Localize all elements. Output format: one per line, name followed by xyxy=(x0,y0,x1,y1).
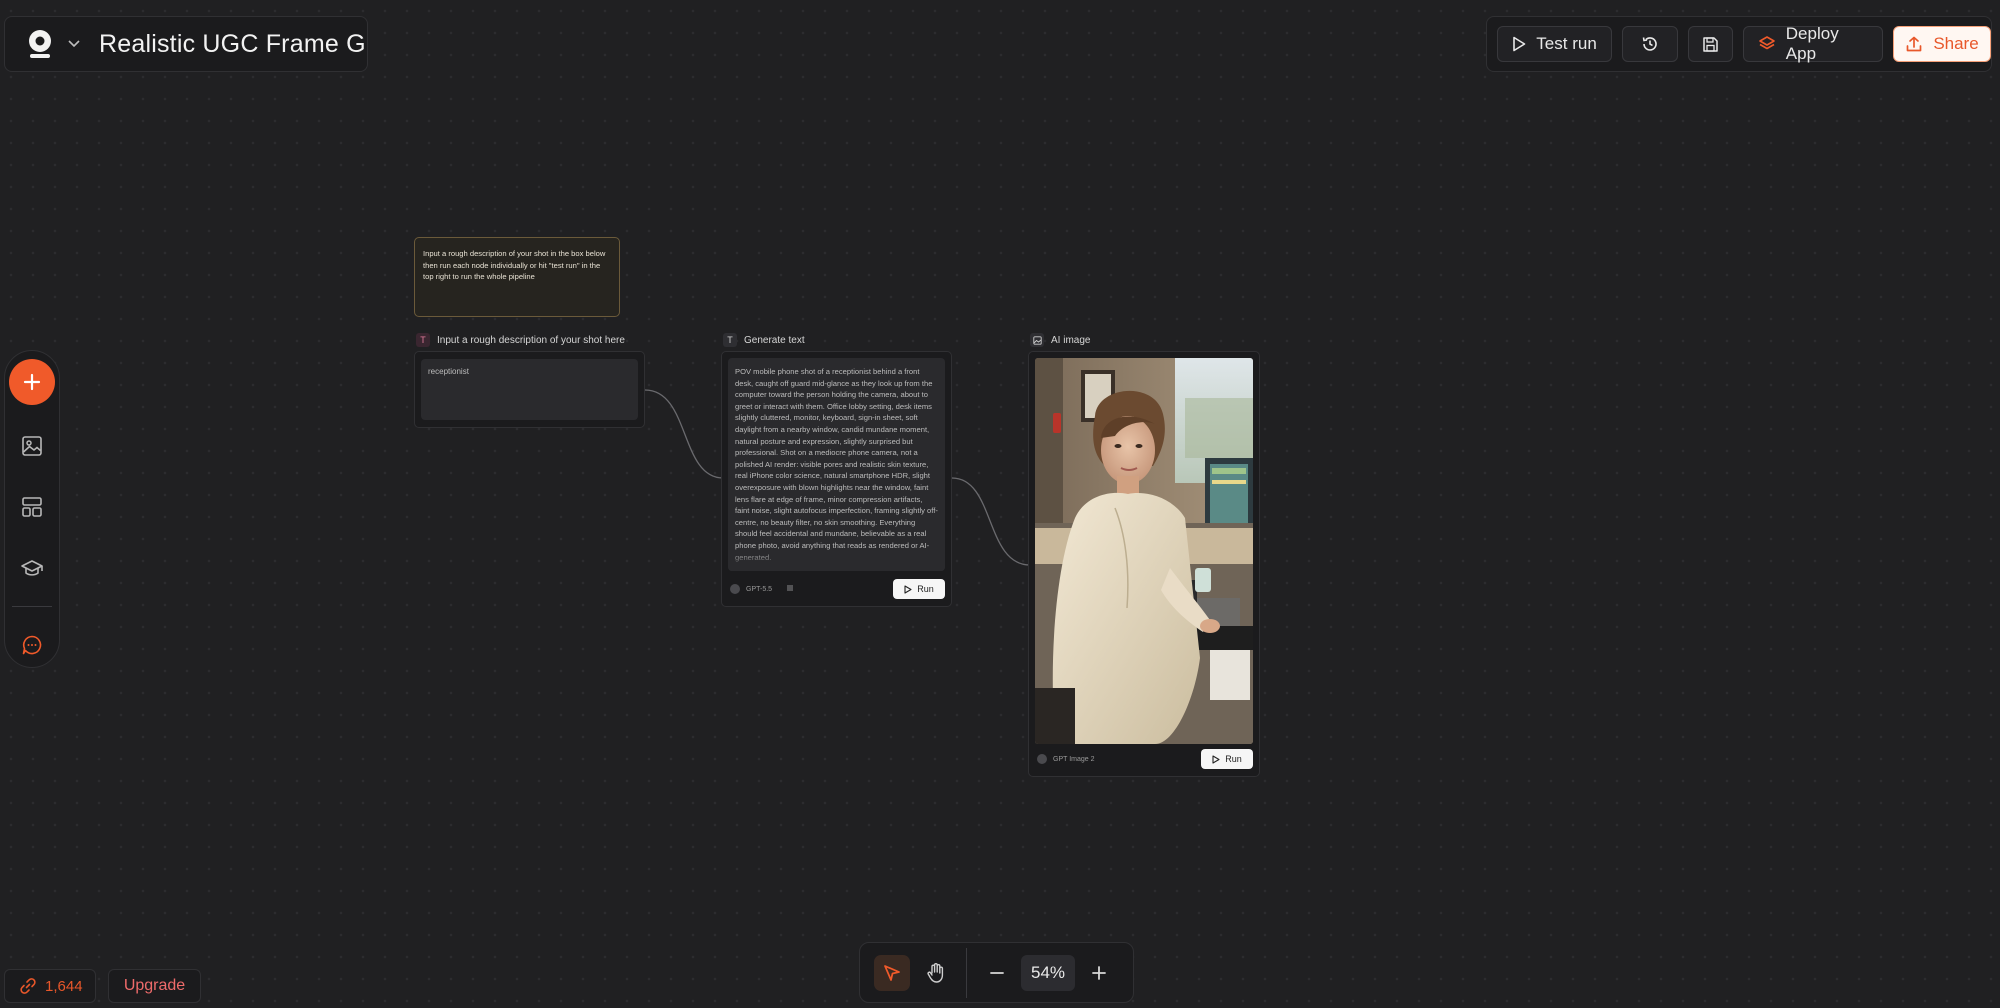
run-button[interactable]: Run xyxy=(1201,749,1253,769)
node-footer: GPT Image 2 Run xyxy=(1037,748,1253,770)
zoom-level[interactable]: 54% xyxy=(1021,954,1075,991)
image-tool-button[interactable] xyxy=(12,426,52,466)
sticky-note-text: Input a rough description of your shot i… xyxy=(423,249,606,281)
chevron-down-icon[interactable] xyxy=(65,35,83,53)
chat-bubble-icon xyxy=(22,635,42,655)
node-image-label: AI image xyxy=(1051,334,1091,346)
sticky-note[interactable]: Input a rough description of your shot i… xyxy=(414,237,620,317)
rail-divider xyxy=(12,606,52,607)
node-generate-text[interactable]: POV mobile phone shot of a receptionist … xyxy=(721,351,952,607)
run-label: Run xyxy=(1225,754,1242,764)
generated-image[interactable] xyxy=(1035,358,1253,744)
share-label: Share xyxy=(1933,34,1979,53)
node-generate-header[interactable]: T Generate text xyxy=(723,333,805,347)
play-icon xyxy=(1513,36,1526,52)
model-icon xyxy=(730,584,740,594)
test-run-label: Test run xyxy=(1536,34,1597,53)
model-icon xyxy=(1037,754,1047,764)
add-node-button[interactable] xyxy=(9,359,55,405)
run-button[interactable]: Run xyxy=(893,579,945,599)
graduation-cap-icon xyxy=(21,560,43,576)
title-panel: Realistic UGC Frame G xyxy=(4,16,368,72)
node-generate-label: Generate text xyxy=(744,334,805,346)
plus-icon xyxy=(23,373,41,391)
connector-input-to-generate xyxy=(644,389,724,479)
layers-icon xyxy=(1758,36,1775,50)
text-type-icon: T xyxy=(723,333,737,347)
deploy-app-label: Deploy App xyxy=(1785,24,1839,63)
play-icon xyxy=(1212,754,1220,764)
test-run-button[interactable]: Test run xyxy=(1497,26,1613,62)
top-toolbar: Test run Deploy App Share xyxy=(1486,16,1992,72)
zoom-controls: 54% xyxy=(859,942,1134,1003)
layout-icon xyxy=(22,497,42,517)
node-input[interactable]: receptionist xyxy=(414,351,645,428)
credits-badge[interactable]: 1,644 xyxy=(4,969,96,1003)
left-tool-rail xyxy=(4,350,60,668)
save-button[interactable] xyxy=(1688,26,1733,62)
save-icon xyxy=(1703,36,1718,52)
select-tool-button[interactable] xyxy=(874,954,910,991)
settings-icon[interactable] xyxy=(786,584,794,594)
node-connectors xyxy=(644,389,1031,566)
run-label: Run xyxy=(917,584,934,594)
link-icon xyxy=(20,978,36,994)
project-title[interactable]: Realistic UGC Frame G xyxy=(99,30,366,59)
model-name: GPT Image 2 xyxy=(1053,755,1095,763)
model-name: GPT-5.5 xyxy=(746,585,773,593)
history-button[interactable] xyxy=(1622,26,1679,62)
plus-icon xyxy=(1092,965,1106,980)
connector-generate-to-image xyxy=(951,477,1031,566)
templates-button[interactable] xyxy=(12,487,52,527)
logo-icon[interactable] xyxy=(23,27,57,61)
deploy-app-button[interactable]: Deploy App xyxy=(1742,24,1883,63)
upgrade-label: Upgrade xyxy=(123,977,186,994)
image-icon xyxy=(22,436,42,456)
model-selector[interactable]: GPT-5.5 xyxy=(730,584,794,594)
upload-icon xyxy=(1906,36,1922,52)
history-icon xyxy=(1642,37,1657,51)
pan-tool-button[interactable] xyxy=(918,955,954,991)
node-image-header[interactable]: AI image xyxy=(1030,333,1090,347)
node-input-header[interactable]: T Input a rough description of your shot… xyxy=(416,333,625,347)
image-type-icon xyxy=(1030,333,1044,347)
zoom-out-button[interactable] xyxy=(979,955,1015,991)
upgrade-button[interactable]: Upgrade xyxy=(108,969,201,1003)
share-button[interactable]: Share xyxy=(1893,26,1991,62)
text-type-icon: T xyxy=(416,333,430,347)
learn-button[interactable] xyxy=(12,548,52,588)
cursor-icon xyxy=(884,964,900,981)
node-footer: GPT-5.5 Run xyxy=(730,578,945,600)
model-selector[interactable]: GPT Image 2 xyxy=(1037,754,1095,764)
node-ai-image[interactable]: GPT Image 2 Run xyxy=(1028,351,1260,777)
description-input[interactable]: receptionist xyxy=(421,359,638,420)
hand-icon xyxy=(927,962,944,983)
zoom-in-button[interactable] xyxy=(1081,955,1117,991)
chat-button[interactable] xyxy=(12,625,52,665)
node-input-label: Input a rough description of your shot h… xyxy=(437,334,625,346)
credits-count: 1,644 xyxy=(45,977,83,995)
generated-text-output[interactable]: POV mobile phone shot of a receptionist … xyxy=(728,358,945,571)
zoom-divider xyxy=(966,947,967,998)
minus-icon xyxy=(990,971,1004,974)
play-icon xyxy=(904,584,912,594)
